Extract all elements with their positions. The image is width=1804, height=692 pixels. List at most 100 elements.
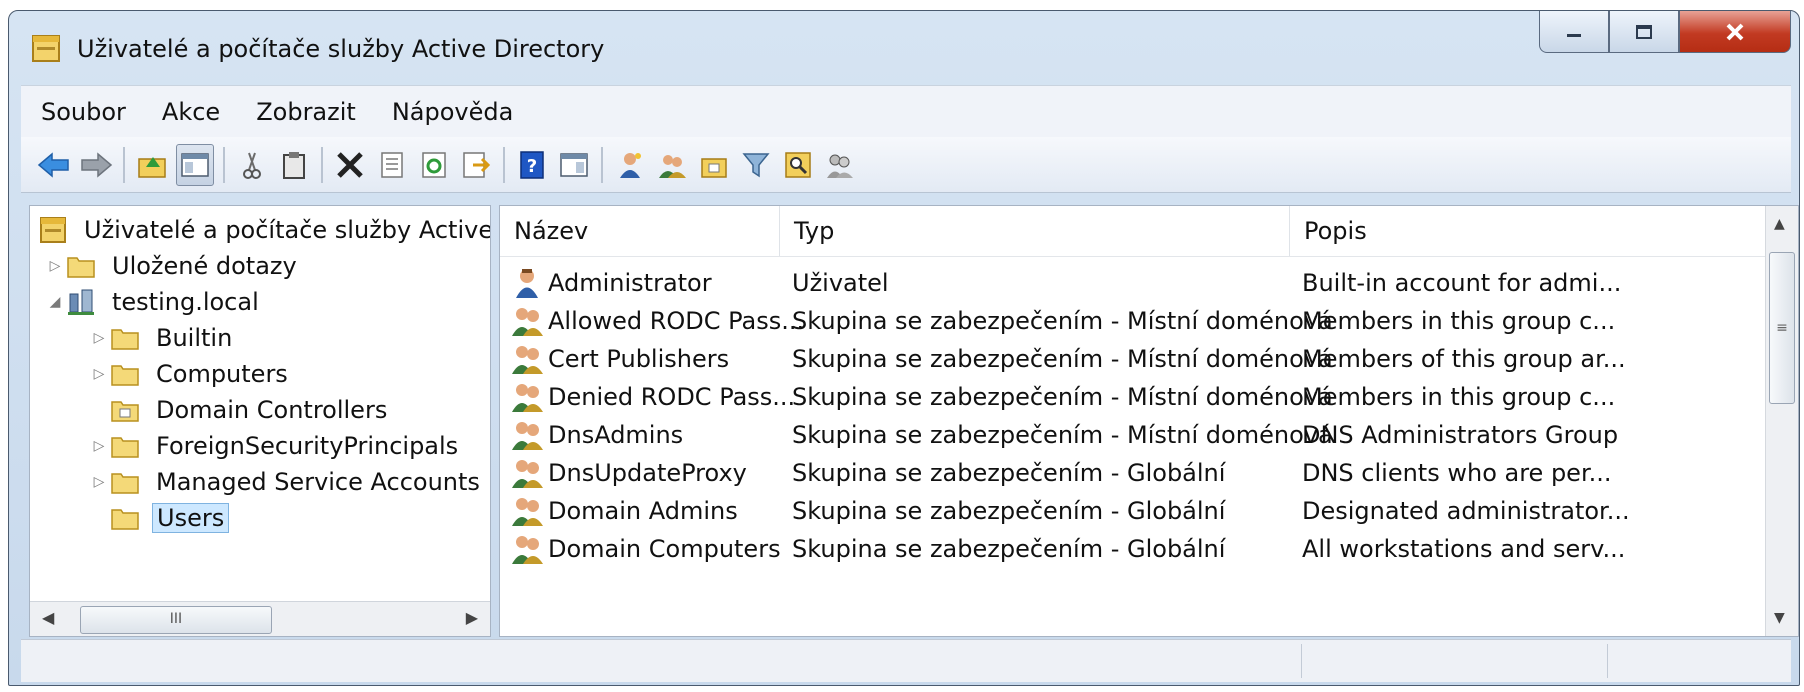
table-row[interactable]: Cert Publishers Skupina se zabezpečením -… [500, 340, 1766, 378]
up-folder-button[interactable] [134, 145, 170, 185]
scroll-down-icon[interactable]: ▼ [1774, 610, 1785, 626]
close-button[interactable] [1679, 11, 1791, 53]
tree-item-computers[interactable]: ▷ Computers [88, 356, 292, 392]
menu-soubor[interactable]: Soubor [21, 98, 142, 126]
expand-arrow-icon[interactable]: ▷ [88, 474, 110, 490]
table-row[interactable]: Domain Admins Skupina se zabezpečením - G… [500, 492, 1766, 530]
delete-button[interactable] [332, 145, 368, 185]
folder-icon [111, 329, 139, 350]
folder-icon [111, 365, 139, 386]
column-header-description[interactable]: Popis [1290, 206, 1766, 256]
tree-item-managed-service-accounts[interactable]: ▷ Managed Service Accounts [88, 464, 484, 500]
toolbar-separator [601, 146, 603, 183]
expand-arrow-icon[interactable]: ▷ [88, 366, 110, 382]
find-button[interactable] [780, 145, 816, 185]
minimize-icon [1567, 33, 1581, 37]
ad-folder-icon [32, 35, 60, 62]
filter-button[interactable] [738, 145, 774, 185]
group-icon [512, 308, 543, 336]
row-name: DnsAdmins [548, 421, 684, 449]
action-pane-button[interactable] [556, 145, 592, 185]
column-header-name[interactable]: Název [500, 206, 780, 256]
cut-button[interactable] [234, 145, 270, 185]
status-divider [1607, 644, 1608, 678]
add-to-group-button[interactable] [822, 145, 858, 185]
expand-arrow-icon[interactable]: ▷ [88, 330, 110, 346]
add-to-group-icon [827, 154, 853, 178]
status-divider [1301, 644, 1302, 678]
scroll-left-icon[interactable]: ◀ [42, 608, 54, 627]
new-user-button[interactable] [612, 145, 648, 185]
menu-akce[interactable]: Akce [142, 98, 236, 126]
window-title: Uživatelé a počítače služby Active Direc… [77, 35, 605, 63]
up-folder-icon [138, 156, 166, 178]
row-type: Skupina se zabezpečením - Místní doménov… [792, 421, 1333, 449]
group-icon [512, 384, 543, 412]
maximize-button[interactable] [1609, 11, 1679, 53]
properties-button[interactable] [374, 145, 410, 185]
svg-text:?: ? [527, 156, 537, 177]
menu-zobrazit[interactable]: Zobrazit [236, 98, 372, 126]
row-name: Allowed RODC Pass... [548, 307, 805, 335]
table-row[interactable]: Allowed RODC Pass... Skupina se zabezpeče… [500, 302, 1766, 340]
back-button[interactable] [36, 145, 72, 185]
tree-item-label: Uživatelé a počítače služby Active Direc… [84, 216, 491, 244]
table-row[interactable]: Administrator Uživatel Built-in account fo… [500, 264, 1766, 302]
refresh-button[interactable] [416, 145, 452, 185]
maximize-icon [1636, 24, 1652, 39]
title-bar[interactable]: Uživatelé a počítače služby Active Direc… [9, 11, 1799, 85]
row-name: Denied RODC Pass... [548, 383, 796, 411]
table-row[interactable]: DnsAdmins Skupina se zabezpečením - Místn… [500, 416, 1766, 454]
tree-item-saved-queries[interactable]: ▷ Uložené dotazy [44, 248, 301, 284]
cell-name: DnsUpdateProxy [510, 454, 747, 492]
help-button[interactable]: ? [514, 145, 550, 185]
expand-arrow-icon[interactable]: ▷ [44, 258, 66, 274]
scroll-thumb[interactable]: III [80, 606, 272, 634]
new-group-button[interactable] [654, 145, 690, 185]
toolbar-separator [321, 146, 323, 183]
forward-button[interactable] [78, 145, 114, 185]
tree-item-domain[interactable]: ◢ testing.local [44, 284, 263, 320]
tree-item-users[interactable]: Users [88, 500, 230, 536]
delete-icon [337, 151, 363, 178]
column-header-type[interactable]: Typ [780, 206, 1290, 256]
status-bar [21, 639, 1791, 682]
toolbar: ? [21, 137, 1791, 193]
scroll-right-icon[interactable]: ▶ [466, 608, 478, 627]
paste-button[interactable] [276, 145, 312, 185]
paste-icon [283, 151, 305, 179]
list-vertical-scrollbar[interactable]: ▲ ≡ ▼ [1765, 206, 1798, 636]
show-console-tree-icon [181, 152, 209, 177]
table-row[interactable]: DnsUpdateProxy Skupina se zabezpečením - … [500, 454, 1766, 492]
scroll-up-icon[interactable]: ▲ [1774, 216, 1785, 232]
menu-napoveda[interactable]: Nápověda [372, 98, 530, 126]
user-icon [516, 269, 538, 298]
row-type: Skupina se zabezpečením - Globální [792, 497, 1226, 525]
new-ou-button[interactable] [696, 145, 732, 185]
table-row[interactable]: Denied RODC Pass... Skupina se zabezpečen… [500, 378, 1766, 416]
domain-icon [68, 289, 94, 315]
tree-item-builtin[interactable]: ▷ Builtin [88, 320, 236, 356]
tree-horizontal-scrollbar[interactable]: ◀ III ▶ [30, 601, 490, 636]
tree-item-label: Computers [156, 360, 288, 388]
tree-root[interactable]: Uživatelé a počítače služby Active Direc… [38, 212, 491, 248]
table-row[interactable]: Domain Computers Skupina se zabezpečením … [500, 530, 1766, 568]
export-list-button[interactable] [458, 145, 494, 185]
collapse-arrow-icon[interactable]: ◢ [44, 294, 66, 310]
forward-icon [81, 151, 113, 178]
show-console-tree-button[interactable] [176, 143, 214, 186]
main-window: Uživatelé a počítače služby Active Direc… [8, 10, 1800, 686]
tree-item-label: Domain Controllers [156, 396, 388, 424]
toolbar-separator [503, 146, 505, 183]
folder-icon [111, 473, 139, 494]
tree-item-label: Users [152, 503, 230, 533]
row-name: Domain Computers [548, 535, 781, 563]
close-icon [1726, 23, 1744, 40]
expand-arrow-icon[interactable]: ▷ [88, 438, 110, 454]
scroll-thumb[interactable]: ≡ [1769, 252, 1795, 404]
tree-item-foreign-security-principals[interactable]: ▷ ForeignSecurityPrincipals [88, 428, 462, 464]
tree-item-domain-controllers[interactable]: Domain Controllers [88, 392, 391, 428]
tree-item-label: testing.local [112, 288, 259, 316]
minimize-button[interactable] [1539, 11, 1609, 53]
export-list-icon [463, 151, 491, 178]
